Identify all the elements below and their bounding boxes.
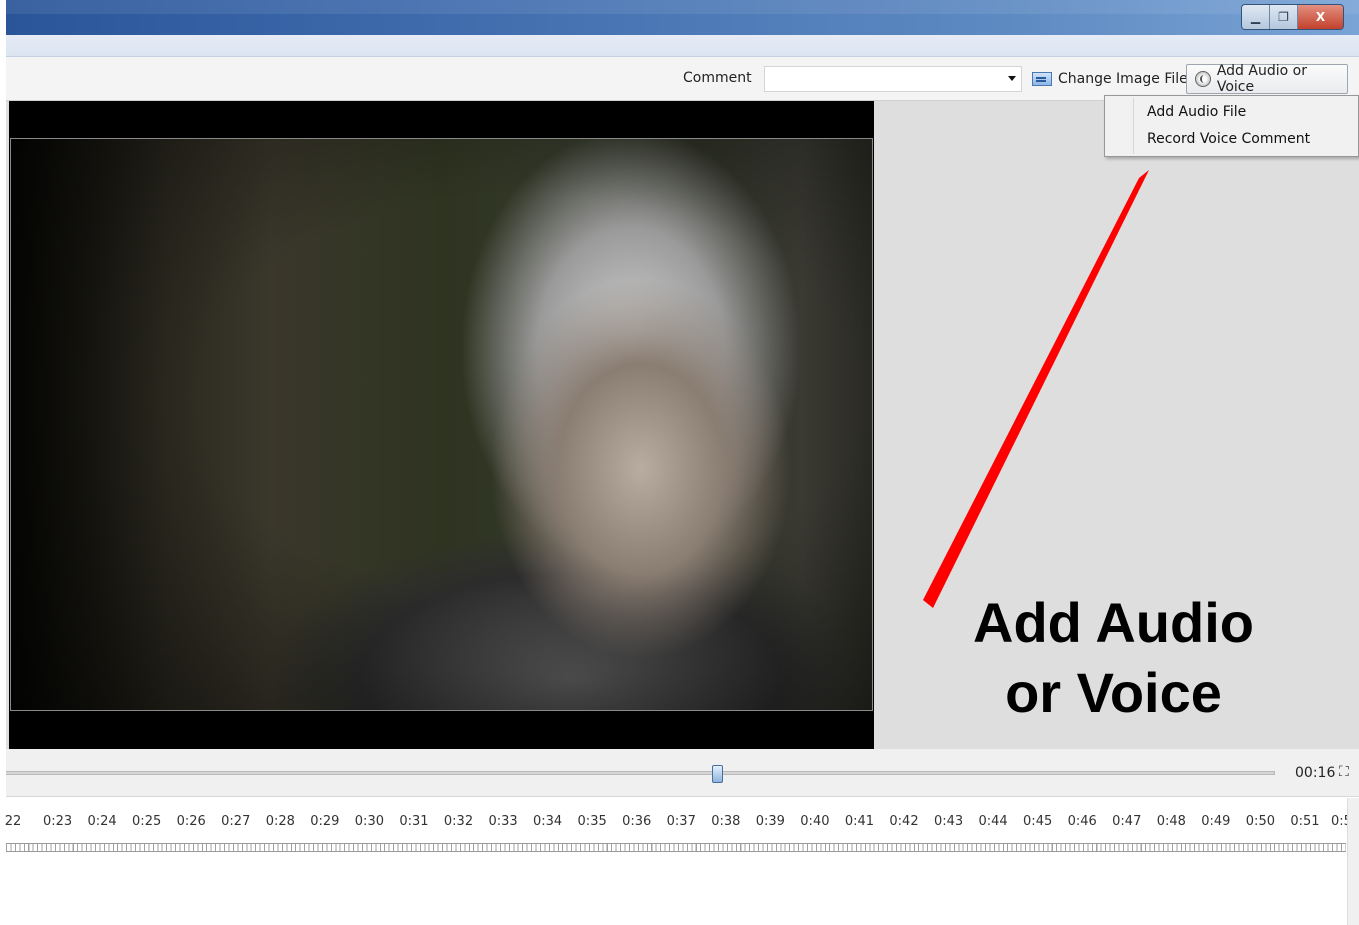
timeline-tick-label: 0:34 [532,814,563,829]
fullscreen-icon[interactable]: ⛶ [1339,763,1357,781]
timeline-tick-label: 0:42 [889,814,919,829]
timeline-tick-label: 0:41 [844,814,875,829]
timeline[interactable]: 22 0:23 0:24 0:25 0:26 0:27 0:28 0:29 0:30 0:31 0:… [4,798,1352,925]
timeline-tick-label: 0:37 [666,814,696,829]
timeline-tick-label: 0:46 [1067,814,1097,829]
add-audio-dropdown-menu: Add Audio File Record Voice Comment [1104,95,1359,157]
timeline-tick-label: 0:51 [1290,814,1320,829]
timeline-tick-label: 0:40 [800,814,830,829]
timeline-tick-label: 0:44 [978,814,1008,829]
menu-item-add-audio-file[interactable]: Add Audio File [1147,100,1246,124]
annotation-arrow-shape [923,170,1149,608]
ruler-tick-band [6,843,1346,852]
menu-gutter [1133,98,1134,154]
timeline-tick-label: 0:36 [622,814,652,829]
timeline-tick-label: 22 [4,814,22,829]
timeline-tick-label: 0:38 [711,814,741,829]
playback-bar: 00:16 ⛶ [6,749,1359,797]
timeline-tick-label: 0:29 [310,814,340,829]
timeline-tick-label: 0:49 [1201,814,1231,829]
timeline-tick-label: 0:30 [354,814,384,829]
timeline-tick-label: 0:23 [42,814,73,829]
timeline-tick-label: 0:48 [1156,814,1186,829]
timeline-tick-label: 0:45 [1023,814,1053,829]
timeline-tick-label: 0:24 [87,814,117,829]
timeline-tick-label: 0:26 [176,814,206,829]
scrub-track[interactable] [6,771,1275,775]
timeline-tick-label: 0:39 [755,814,785,829]
scrub-thumb[interactable] [712,765,723,783]
timeline-tick-label: 0:33 [488,814,518,829]
timeline-tick-label: 0:43 [933,814,964,829]
timeline-tick-label: 0:28 [265,814,295,829]
timeline-scrollbar[interactable] [1347,798,1359,925]
menu-item-record-voice-comment[interactable]: Record Voice Comment [1147,127,1310,151]
timeline-tick-label: 0:47 [1112,814,1142,829]
time-readout: 00:16 [1295,765,1336,781]
timeline-tick-label: 0:50 [1245,814,1275,829]
timeline-tick-label: 0:35 [577,814,607,829]
timeline-tick-label: 0:25 [132,814,162,829]
timeline-tick-label: 0:27 [221,814,251,829]
app-window: ▁ ❐ X Comment Change Image File Add Audi… [0,0,1359,925]
timeline-tick-label: 0:31 [399,814,429,829]
timeline-ruler: 22 0:23 0:24 0:25 0:26 0:27 0:28 0:29 0:30 0:31 0:… [4,809,1352,852]
timeline-tick-label: 0:32 [443,814,474,829]
